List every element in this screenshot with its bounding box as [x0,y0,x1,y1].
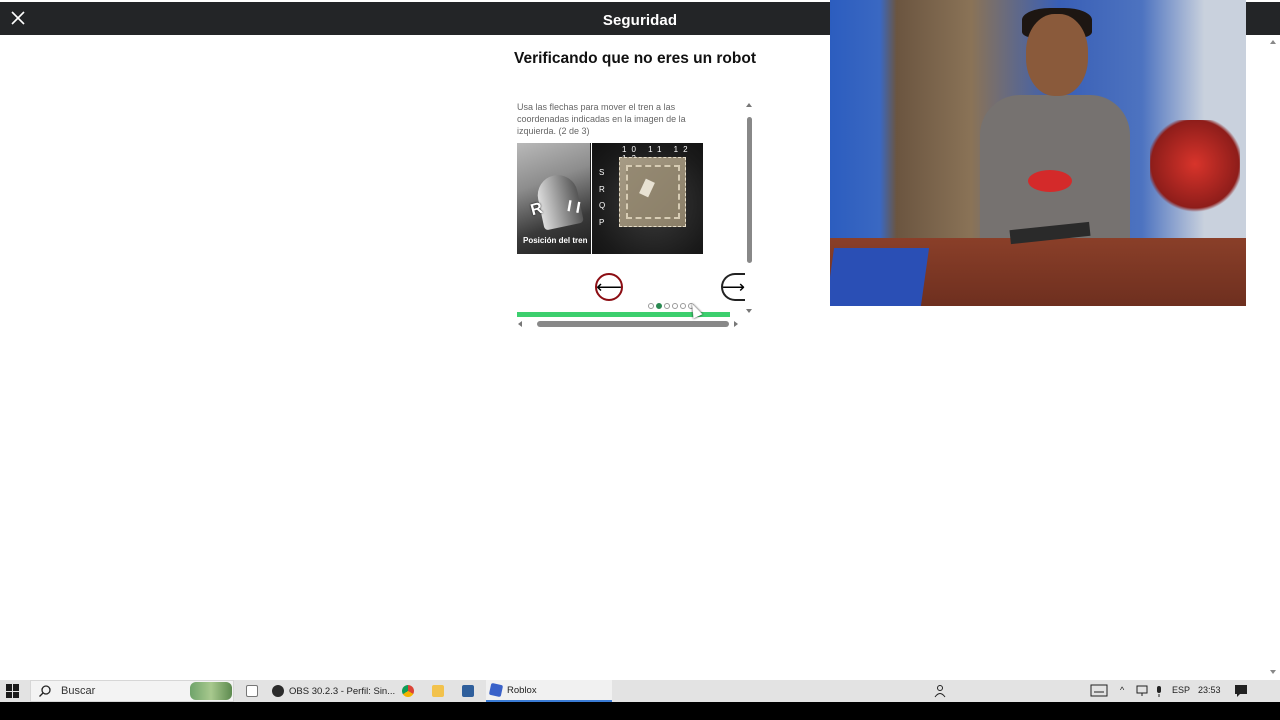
chrome-icon [402,685,414,697]
taskbar-app[interactable] [462,680,479,702]
microphone-icon[interactable] [1154,685,1164,697]
obs-icon [272,685,284,697]
taskbar-people[interactable] [932,680,946,702]
screen: Seguridad Verificando que no eres un rob… [0,0,1280,720]
notifications-icon[interactable] [1234,684,1248,697]
arrow-left-icon: ⟵ [596,276,622,297]
close-button[interactable] [6,6,30,30]
taskbar-roblox[interactable]: Roblox [486,680,612,702]
start-button[interactable] [6,684,20,698]
language-indicator[interactable]: ESP [1172,685,1190,695]
captcha-instructions: Usa las flechas para mover el tren a las… [517,102,686,136]
row-labels: S R Q P [599,165,605,231]
horizontal-scroll-thumb[interactable] [537,321,729,327]
page-scroll-down-arrow[interactable] [1270,670,1276,674]
app-icon [462,685,474,697]
search-highlight-image [190,682,232,700]
chevron-up-icon[interactable]: ^ [1120,685,1124,695]
webcam-mousepad [830,248,930,306]
keyboard-icon[interactable] [1090,684,1108,697]
game-board [619,157,686,227]
step-dot [664,303,670,309]
train-board-image: 10 11 12 13 S R Q P [592,143,703,254]
screen-bottom-border [0,702,1280,720]
roblox-icon [488,682,504,698]
taskbar-chrome[interactable] [402,680,419,702]
row-label: Q [599,201,606,210]
webcam-shirt-logo [1028,170,1072,192]
vertical-scrollbar[interactable] [745,101,753,319]
captcha-heading: Verificando que no eres un robot [513,50,756,67]
arrow-right-icon: ⟶ [721,276,745,297]
people-icon [934,685,946,698]
reference-caption: Posición del tren [523,236,588,245]
close-icon [11,11,25,25]
system-tray: ^ ESP 23:53 [1084,680,1280,702]
search-icon [39,685,51,697]
captcha-panel: Usa las flechas para mover el tren a las… [513,97,758,333]
track-loop [626,165,680,219]
step-dot [648,303,654,309]
scroll-left-arrow[interactable] [518,321,522,327]
scroll-right-arrow[interactable] [734,321,738,327]
page-scroll-up-arrow[interactable] [1270,40,1276,44]
taskbar: Buscar OBS 30.2.3 - Perfil: Sin... Roblo… [0,680,1280,702]
webcam-overlay [830,0,1246,306]
vertical-scroll-thumb[interactable] [747,117,752,263]
taskbar-obs[interactable]: OBS 30.2.3 - Perfil: Sin... [272,680,396,702]
webcam-motorbike [1150,120,1240,230]
taskbar-folder[interactable] [432,680,449,702]
step-dot [680,303,686,309]
network-icon[interactable] [1136,685,1148,697]
search-placeholder: Buscar [61,685,96,697]
row-label: R [599,184,605,194]
webcam-person-head [1026,14,1088,96]
prev-button[interactable]: ⟵ [595,273,623,301]
step-dot-active [656,303,662,309]
taskbar-roblox-label: Roblox [507,684,537,696]
row-label: S [599,168,605,177]
reference-image: R I I Posición del tren [517,143,591,254]
next-button[interactable]: ⟶ [721,273,745,301]
file-icon [246,685,258,697]
taskbar-obs-label: OBS 30.2.3 - Perfil: Sin... [289,685,396,697]
row-label: P [599,217,605,227]
step-dot [672,303,678,309]
taskbar-file[interactable] [246,680,263,702]
scroll-down-arrow[interactable] [746,309,752,313]
clock[interactable]: 23:53 [1198,685,1221,695]
folder-icon [432,685,444,697]
